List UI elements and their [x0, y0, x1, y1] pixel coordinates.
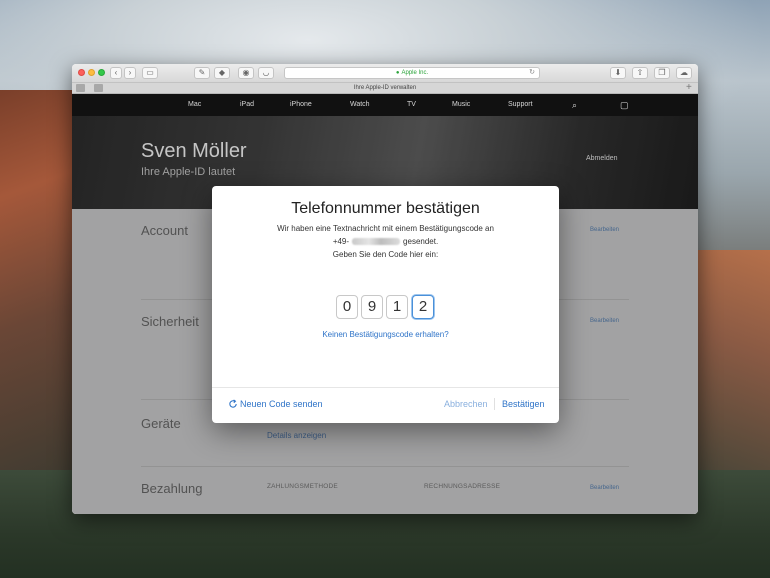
wrench-icon[interactable]: ✎ [194, 67, 210, 79]
lock-icon: ● [395, 70, 400, 76]
phone-prefix: +49- [332, 237, 350, 246]
onepassword-icon[interactable]: ◉ [238, 67, 254, 79]
pinned-tab-icon[interactable] [76, 84, 85, 92]
dialog-title: Telefonnummer bestätigen [291, 200, 480, 217]
dialog-message-line3: Geben Sie den Code hier ein: [332, 250, 439, 259]
reload-icon[interactable]: ↻ [529, 68, 535, 78]
share-icon[interactable]: ⇧ [632, 67, 648, 79]
address-bar[interactable]: ● Apple Inc. ↻ [284, 67, 540, 79]
nav-item-tv[interactable]: TV [407, 94, 416, 116]
tab-bar: Ihre Apple-ID verwalten + [72, 82, 698, 94]
sidebar-icon[interactable]: ▭ [142, 67, 158, 79]
nav-item-support[interactable]: Support [508, 94, 533, 116]
url-text: Apple Inc. [401, 70, 429, 76]
resend-code-button[interactable]: Neuen Code senden [228, 399, 323, 409]
global-nav: Mac iPad iPhone Watch TV Music Support ⌕… [72, 94, 698, 116]
minimize-window-button[interactable] [88, 69, 95, 76]
bag-icon[interactable]: ▢ [620, 94, 629, 116]
code-digit-input[interactable]: 1 [386, 295, 408, 319]
nav-item-ipad[interactable]: iPad [240, 94, 254, 116]
nav-item-iphone[interactable]: iPhone [290, 94, 312, 116]
new-tab-button[interactable]: + [686, 82, 692, 93]
code-digit-input[interactable]: 9 [361, 295, 383, 319]
masked-phone-number [352, 238, 401, 245]
nav-item-mac[interactable]: Mac [188, 94, 201, 116]
pinned-tab-icon[interactable] [94, 84, 103, 92]
cancel-button[interactable]: Abbrechen [444, 399, 488, 409]
cloud-icon[interactable]: ☁ [676, 67, 692, 79]
dialog-message-line1: Wir haben eine Textnachricht mit einem B… [277, 224, 494, 233]
no-code-received-link[interactable]: Keinen Bestätigungscode erhalten? [212, 330, 559, 339]
confirm-button[interactable]: Bestätigen [502, 399, 545, 409]
zoom-window-button[interactable] [98, 69, 105, 76]
verify-phone-dialog: Telefonnummer bestätigen Wir haben eine … [212, 186, 559, 423]
pocket-icon[interactable]: ◡ [258, 67, 274, 79]
code-digit-input[interactable]: 2 [412, 295, 434, 319]
extension-icon[interactable]: ◆ [214, 67, 230, 79]
footer-separator [494, 398, 495, 410]
dialog-footer-divider [212, 387, 559, 388]
back-arrow-icon[interactable]: ‹ [110, 67, 122, 79]
browser-toolbar: ‹ › ▭ ✎ ◆ ◉ ◡ ● Apple Inc. ↻ ⬇ ⇧ ❐ ☁ [72, 64, 698, 83]
code-digit-input[interactable]: 0 [336, 295, 358, 319]
tabs-overview-icon[interactable]: ❐ [654, 67, 670, 79]
download-icon[interactable]: ⬇ [610, 67, 626, 79]
close-window-button[interactable] [78, 69, 85, 76]
forward-arrow-icon[interactable]: › [124, 67, 136, 79]
search-icon[interactable]: ⌕ [572, 94, 577, 116]
tab-active[interactable]: Ihre Apple-ID verwalten [112, 83, 658, 93]
dialog-message-line2: +49- gesendet. [232, 237, 539, 246]
nav-item-watch[interactable]: Watch [350, 94, 370, 116]
phone-suffix: gesendet. [403, 237, 439, 246]
nav-item-music[interactable]: Music [452, 94, 470, 116]
